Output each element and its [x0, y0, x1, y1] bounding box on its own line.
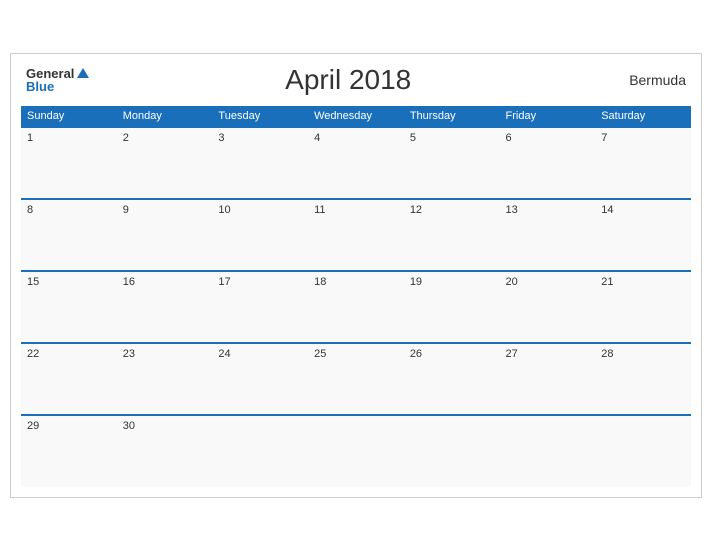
day-number: 6 — [506, 132, 512, 144]
day-number: 7 — [601, 132, 607, 144]
calendar-day-cell: 12 — [404, 199, 500, 271]
calendar-week-row: 15 16 17 18 19 20 21 — [21, 271, 691, 343]
calendar-day-cell: 25 — [308, 343, 404, 415]
day-number: 4 — [314, 132, 320, 144]
calendar-day-cell — [500, 415, 596, 487]
header-saturday: Saturday — [595, 106, 691, 127]
calendar-container: General Blue April 2018 Bermuda Sunday M… — [10, 53, 702, 498]
day-number: 28 — [601, 348, 613, 360]
day-number: 19 — [410, 276, 422, 288]
calendar-day-cell: 11 — [308, 199, 404, 271]
calendar-day-cell: 8 — [21, 199, 117, 271]
calendar-day-cell: 20 — [500, 271, 596, 343]
calendar-day-cell: 5 — [404, 127, 500, 199]
day-number: 25 — [314, 348, 326, 360]
calendar-title: April 2018 — [90, 64, 606, 96]
calendar-region: Bermuda — [606, 72, 686, 88]
calendar-day-cell: 9 — [117, 199, 213, 271]
day-number: 10 — [218, 204, 230, 216]
day-number: 8 — [27, 204, 33, 216]
day-number: 15 — [27, 276, 39, 288]
day-number: 23 — [123, 348, 135, 360]
header-tuesday: Tuesday — [212, 106, 308, 127]
calendar-day-cell: 19 — [404, 271, 500, 343]
calendar-day-cell — [212, 415, 308, 487]
logo: General Blue — [26, 66, 90, 93]
calendar-day-cell: 7 — [595, 127, 691, 199]
day-number: 14 — [601, 204, 613, 216]
header-wednesday: Wednesday — [308, 106, 404, 127]
calendar-day-cell: 29 — [21, 415, 117, 487]
calendar-day-cell: 18 — [308, 271, 404, 343]
calendar-day-cell — [308, 415, 404, 487]
day-number: 30 — [123, 420, 135, 432]
calendar-table: Sunday Monday Tuesday Wednesday Thursday… — [21, 106, 691, 487]
day-number: 12 — [410, 204, 422, 216]
day-number: 21 — [601, 276, 613, 288]
header-sunday: Sunday — [21, 106, 117, 127]
day-number: 18 — [314, 276, 326, 288]
calendar-week-row: 1 2 3 4 5 6 7 — [21, 127, 691, 199]
header-thursday: Thursday — [404, 106, 500, 127]
day-number: 11 — [314, 204, 325, 216]
day-number: 26 — [410, 348, 422, 360]
calendar-day-cell: 28 — [595, 343, 691, 415]
calendar-week-row: 29 30 — [21, 415, 691, 487]
day-number: 2 — [123, 132, 129, 144]
day-number: 13 — [506, 204, 518, 216]
day-number: 16 — [123, 276, 135, 288]
calendar-day-cell — [595, 415, 691, 487]
calendar-day-cell: 26 — [404, 343, 500, 415]
weekday-header-row: Sunday Monday Tuesday Wednesday Thursday… — [21, 106, 691, 127]
day-number: 9 — [123, 204, 129, 216]
calendar-day-cell: 6 — [500, 127, 596, 199]
day-number: 27 — [506, 348, 518, 360]
calendar-day-cell: 21 — [595, 271, 691, 343]
logo-triangle-icon — [76, 66, 90, 80]
calendar-day-cell: 17 — [212, 271, 308, 343]
calendar-day-cell: 2 — [117, 127, 213, 199]
day-number: 22 — [27, 348, 39, 360]
calendar-day-cell: 3 — [212, 127, 308, 199]
calendar-day-cell: 23 — [117, 343, 213, 415]
calendar-day-cell: 14 — [595, 199, 691, 271]
day-number: 5 — [410, 132, 416, 144]
calendar-day-cell: 27 — [500, 343, 596, 415]
calendar-day-cell — [404, 415, 500, 487]
calendar-day-cell: 15 — [21, 271, 117, 343]
calendar-day-cell: 22 — [21, 343, 117, 415]
calendar-day-cell: 16 — [117, 271, 213, 343]
calendar-day-cell: 1 — [21, 127, 117, 199]
day-number: 17 — [218, 276, 230, 288]
header-monday: Monday — [117, 106, 213, 127]
logo-blue-text: Blue — [26, 80, 54, 93]
day-number: 24 — [218, 348, 230, 360]
day-number: 1 — [27, 132, 33, 144]
calendar-day-cell: 10 — [212, 199, 308, 271]
header-friday: Friday — [500, 106, 596, 127]
logo-general-text: General — [26, 67, 74, 80]
calendar-week-row: 8 9 10 11 12 13 14 — [21, 199, 691, 271]
day-number: 29 — [27, 420, 39, 432]
calendar-day-cell: 4 — [308, 127, 404, 199]
calendar-day-cell: 13 — [500, 199, 596, 271]
day-number: 3 — [218, 132, 224, 144]
calendar-day-cell: 30 — [117, 415, 213, 487]
day-number: 20 — [506, 276, 518, 288]
calendar-day-cell: 24 — [212, 343, 308, 415]
calendar-header: General Blue April 2018 Bermuda — [21, 64, 691, 96]
calendar-week-row: 22 23 24 25 26 27 28 — [21, 343, 691, 415]
